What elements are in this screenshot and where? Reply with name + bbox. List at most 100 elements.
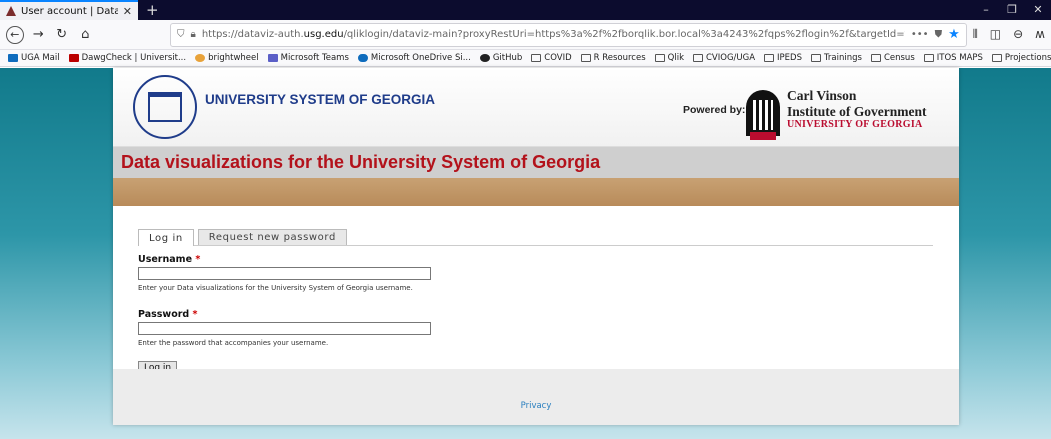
tab-request-password[interactable]: Request new password [197,229,347,245]
password-description: Enter the password that accompanies your… [138,339,329,347]
bookmark-label: Microsoft OneDrive Si... [370,53,471,63]
bookmark-item[interactable]: brightwheel [195,53,259,63]
bookmark-item[interactable]: GitHub [479,53,523,63]
cvi-line2: Institute of Government [787,103,927,119]
bookmark-label: ITOS MAPS [936,53,983,63]
bookmark-item[interactable]: ITOS MAPS [923,53,983,63]
tab-close-icon[interactable]: ✕ [123,5,132,18]
password-label: Password * [138,309,198,320]
minimize-icon[interactable]: – [973,0,999,20]
bookmark-label: IPEDS [777,53,802,63]
bookmark-item[interactable]: UGA Mail [8,53,60,63]
toolbar-right: ⫴ ◫ ⊖ ʍ [973,27,1045,42]
onedrive-icon [357,54,368,62]
lock-icon[interactable]: 🔒︎ [190,29,195,40]
dawgcheck-icon [68,54,79,62]
bookmark-item[interactable]: Census [870,53,915,63]
usg-name[interactable]: UNIVERSITY SYSTEM OF GEORGIA [205,92,435,107]
address-bar[interactable]: ⛉ 🔒︎ https://dataviz-auth.usg.edu/qliklo… [169,22,967,47]
bookmark-item[interactable]: IPEDS [764,53,802,63]
github-icon [479,54,490,62]
usg-seal-logo [133,75,197,139]
privacy-link[interactable]: Privacy [521,401,552,411]
site-footer: Privacy [113,369,959,425]
window-controls: – ❐ ✕ [973,0,1051,20]
bookmark-label: R Resources [593,53,646,63]
username-label: Username * [138,254,201,265]
folder-icon [764,54,775,62]
bookmark-item[interactable]: R Resources [580,53,646,63]
folder-icon [654,54,665,62]
decorative-band [113,178,959,206]
shield-icon[interactable]: ⛉ [177,29,185,40]
bookmark-item[interactable]: CVIOG/UGA [693,53,755,63]
browser-tab-active[interactable]: User account | Data visualizatio ✕ [0,0,138,20]
login-tabs: Log in Request new password [138,229,933,246]
close-window-icon[interactable]: ✕ [1025,0,1051,20]
bookmark-star-icon[interactable]: ★ [948,27,960,42]
bookmark-label: GitHub [492,53,523,63]
bookmark-item[interactable]: Projections [991,53,1051,63]
extension-icon[interactable]: ʍ [1035,27,1045,42]
folder-icon [580,54,591,62]
bookmark-label: Microsoft Teams [280,53,349,63]
bookmark-item[interactable]: COVID [531,53,572,63]
bookmark-label: brightwheel [208,53,259,63]
maximize-icon[interactable]: ❐ [999,0,1025,20]
page-background: UNIVERSITY SYSTEM OF GEORGIA Powered by:… [0,68,1051,439]
sidebar-icon[interactable]: ◫ [990,27,1001,42]
bookmark-item[interactable]: Microsoft OneDrive Si... [357,53,471,63]
account-icon[interactable]: ⊖ [1013,27,1023,42]
home-icon[interactable]: ⌂ [77,26,94,44]
main-card: UNIVERSITY SYSTEM OF GEORGIA Powered by:… [113,68,959,425]
username-description: Enter your Data visualizations for the U… [138,284,413,292]
bookmark-label: DawgCheck | Universit... [81,53,187,63]
tab-title: User account | Data visualizatio [21,5,118,17]
powered-by-label: Powered by: [683,104,746,116]
site-header: UNIVERSITY SYSTEM OF GEORGIA Powered by:… [113,68,959,147]
site-title: Data visualizations for the University S… [113,147,959,178]
bookmark-label: Census [883,53,915,63]
page-actions-icon[interactable]: ••• [911,29,929,40]
bookmark-item[interactable]: Qlik [654,53,684,63]
folder-icon [923,54,934,62]
username-input[interactable] [138,267,431,280]
library-icon[interactable]: ⫴ [973,27,978,42]
bookmark-label: UGA Mail [21,53,60,63]
cvi-line1: Carl Vinson [787,88,857,103]
new-tab-button[interactable]: + [138,0,167,20]
uga-arch-logo[interactable] [746,90,780,140]
bookmarks-bar: UGA Mail DawgCheck | Universit... brightwh… [0,50,1051,67]
reload-icon[interactable]: ↻ [53,26,70,44]
bookmark-label: Trainings [823,53,862,63]
brightwheel-icon [195,54,206,62]
site-favicon-icon [6,6,16,16]
required-marker: * [195,254,201,265]
cvi-line3: UNIVERSITY OF GEORGIA [787,119,923,131]
required-marker: * [192,309,198,320]
forward-icon[interactable]: → [30,26,47,44]
folder-icon [810,54,821,62]
bookmark-label: COVID [544,53,572,63]
tab-login[interactable]: Log in [138,229,194,246]
folder-icon [870,54,881,62]
folder-icon [991,54,1002,62]
teams-icon [267,54,278,62]
folder-icon [531,54,542,62]
bookmark-label: Projections [1004,53,1051,63]
bookmark-label: CVIOG/UGA [706,53,756,63]
tab-strip: User account | Data visualizatio ✕ + – ❐… [0,0,1051,20]
navigation-toolbar: ← → ↻ ⌂ ⛉ 🔒︎ https://dataviz-auth.usg.ed… [0,20,1051,50]
back-icon[interactable]: ← [6,25,24,44]
password-input[interactable] [138,322,431,335]
bookmark-label: Qlik [667,53,684,63]
pocket-icon[interactable]: ⛊ [935,29,943,40]
bookmark-item[interactable]: Trainings [810,53,862,63]
url-text[interactable]: https://dataviz-auth.usg.edu/qliklogin/d… [202,29,905,40]
outlook-icon [8,54,18,62]
bookmark-item[interactable]: Microsoft Teams [267,53,349,63]
cvi-logo[interactable]: Carl Vinson Institute of Government UNIV… [787,88,926,131]
login-content: Log in Request new password Username * E… [113,206,959,375]
folder-icon [693,54,703,62]
bookmark-item[interactable]: DawgCheck | Universit... [68,53,187,63]
